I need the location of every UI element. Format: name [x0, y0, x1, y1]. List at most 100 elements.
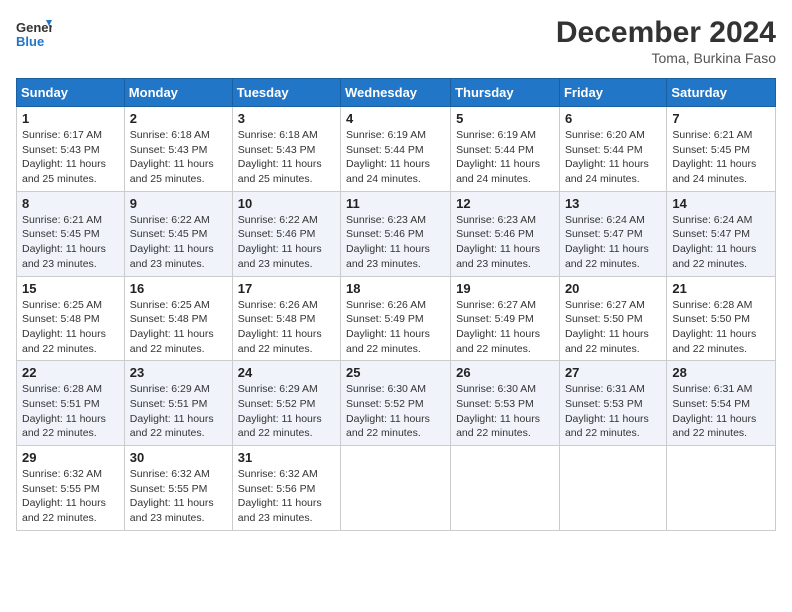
calendar-cell: 31 Sunrise: 6:32 AM Sunset: 5:56 PM Dayli… [232, 446, 340, 531]
calendar-cell: 17Sunrise: 6:26 AM Sunset: 5:48 PM Dayli… [232, 276, 340, 361]
day-number: 26 [456, 365, 554, 380]
day-info: Sunrise: 6:19 AM Sunset: 5:44 PM Dayligh… [346, 128, 445, 187]
day-number: 23 [130, 365, 227, 380]
day-info: Sunrise: 6:21 AM Sunset: 5:45 PM Dayligh… [672, 128, 770, 187]
calendar-body: 1Sunrise: 6:17 AM Sunset: 5:43 PM Daylig… [17, 107, 776, 531]
day-number: 20 [565, 281, 661, 296]
weekday-header-friday: Friday [559, 79, 666, 107]
calendar-table: SundayMondayTuesdayWednesdayThursdayFrid… [16, 78, 776, 531]
location: Toma, Burkina Faso [556, 50, 776, 66]
calendar-cell: 20 Sunrise: 6:27 AM Sunset: 5:50 PM Dayli… [559, 276, 666, 361]
calendar-cell: 19Sunrise: 6:27 AM Sunset: 5:49 PM Dayli… [451, 276, 560, 361]
day-number: 12 [456, 196, 554, 211]
calendar-cell: 9Sunrise: 6:22 AM Sunset: 5:45 PM Daylig… [124, 191, 232, 276]
calendar-cell: 28 Sunrise: 6:31 AM Sunset: 5:54 PM Dayli… [667, 361, 776, 446]
calendar-cell: 26 Sunrise: 6:30 AM Sunset: 5:53 PM Dayli… [451, 361, 560, 446]
day-number: 18 [346, 281, 445, 296]
day-number: 28 [672, 365, 770, 380]
logo-icon: General Blue [16, 16, 52, 52]
day-info: Sunrise: 6:28 AM Sunset: 5:50 PM Dayligh… [672, 298, 770, 357]
day-info: Sunrise: 6:25 AM Sunset: 5:48 PM Dayligh… [130, 298, 227, 357]
day-info: Sunrise: 6:20 AM Sunset: 5:44 PM Dayligh… [565, 128, 661, 187]
svg-text:General: General [16, 20, 52, 35]
calendar-cell: 15 Sunrise: 6:25 AM Sunset: 5:48 PM Dayli… [17, 276, 125, 361]
day-number: 13 [565, 196, 661, 211]
day-number: 8 [22, 196, 119, 211]
day-info: Sunrise: 6:29 AM Sunset: 5:52 PM Dayligh… [238, 382, 335, 441]
calendar-week-4: 22 Sunrise: 6:28 AM Sunset: 5:51 PM Dayli… [17, 361, 776, 446]
day-number: 9 [130, 196, 227, 211]
day-number: 31 [238, 450, 335, 465]
calendar-cell: 24 Sunrise: 6:29 AM Sunset: 5:52 PM Dayli… [232, 361, 340, 446]
calendar-cell [451, 446, 560, 531]
day-number: 14 [672, 196, 770, 211]
day-number: 6 [565, 111, 661, 126]
day-number: 30 [130, 450, 227, 465]
calendar-cell: 29 Sunrise: 6:32 AM Sunset: 5:55 PM Dayli… [17, 446, 125, 531]
calendar-cell [559, 446, 666, 531]
svg-text:Blue: Blue [16, 34, 44, 49]
day-number: 19 [456, 281, 554, 296]
day-info: Sunrise: 6:23 AM Sunset: 5:46 PM Dayligh… [456, 213, 554, 272]
calendar-cell [667, 446, 776, 531]
calendar-cell: 4 Sunrise: 6:19 AM Sunset: 5:44 PM Daylig… [341, 107, 451, 192]
day-info: Sunrise: 6:18 AM Sunset: 5:43 PM Dayligh… [238, 128, 335, 187]
day-info: Sunrise: 6:32 AM Sunset: 5:55 PM Dayligh… [22, 467, 119, 526]
calendar-cell: 27 Sunrise: 6:31 AM Sunset: 5:53 PM Dayli… [559, 361, 666, 446]
day-number: 5 [456, 111, 554, 126]
calendar-cell: 23Sunrise: 6:29 AM Sunset: 5:51 PM Dayli… [124, 361, 232, 446]
calendar-cell: 2Sunrise: 6:18 AM Sunset: 5:43 PM Daylig… [124, 107, 232, 192]
day-info: Sunrise: 6:26 AM Sunset: 5:49 PM Dayligh… [346, 298, 445, 357]
day-number: 27 [565, 365, 661, 380]
day-info: Sunrise: 6:31 AM Sunset: 5:54 PM Dayligh… [672, 382, 770, 441]
page-header: General Blue December 2024 Toma, Burkina… [16, 16, 776, 66]
calendar-cell: 3 Sunrise: 6:18 AM Sunset: 5:43 PM Daylig… [232, 107, 340, 192]
weekday-header-saturday: Saturday [667, 79, 776, 107]
calendar-cell: 8Sunrise: 6:21 AM Sunset: 5:45 PM Daylig… [17, 191, 125, 276]
calendar-cell: 18 Sunrise: 6:26 AM Sunset: 5:49 PM Dayli… [341, 276, 451, 361]
day-number: 2 [130, 111, 227, 126]
day-number: 21 [672, 281, 770, 296]
day-number: 4 [346, 111, 445, 126]
calendar-week-5: 29 Sunrise: 6:32 AM Sunset: 5:55 PM Dayli… [17, 446, 776, 531]
day-number: 3 [238, 111, 335, 126]
day-info: Sunrise: 6:28 AM Sunset: 5:51 PM Dayligh… [22, 382, 119, 441]
calendar-cell: 1Sunrise: 6:17 AM Sunset: 5:43 PM Daylig… [17, 107, 125, 192]
weekday-header-wednesday: Wednesday [341, 79, 451, 107]
day-number: 29 [22, 450, 119, 465]
day-number: 22 [22, 365, 119, 380]
weekday-header-sunday: Sunday [17, 79, 125, 107]
day-info: Sunrise: 6:31 AM Sunset: 5:53 PM Dayligh… [565, 382, 661, 441]
day-info: Sunrise: 6:24 AM Sunset: 5:47 PM Dayligh… [565, 213, 661, 272]
day-number: 11 [346, 196, 445, 211]
title-block: December 2024 Toma, Burkina Faso [556, 16, 776, 66]
calendar-cell: 30 Sunrise: 6:32 AM Sunset: 5:55 PM Dayli… [124, 446, 232, 531]
day-info: Sunrise: 6:32 AM Sunset: 5:56 PM Dayligh… [238, 467, 335, 526]
calendar-week-1: 1Sunrise: 6:17 AM Sunset: 5:43 PM Daylig… [17, 107, 776, 192]
day-info: Sunrise: 6:32 AM Sunset: 5:55 PM Dayligh… [130, 467, 227, 526]
weekday-header-monday: Monday [124, 79, 232, 107]
calendar-cell [341, 446, 451, 531]
day-info: Sunrise: 6:24 AM Sunset: 5:47 PM Dayligh… [672, 213, 770, 272]
day-number: 24 [238, 365, 335, 380]
calendar-cell: 12 Sunrise: 6:23 AM Sunset: 5:46 PM Dayli… [451, 191, 560, 276]
calendar-cell: 11 Sunrise: 6:23 AM Sunset: 5:46 PM Dayli… [341, 191, 451, 276]
day-info: Sunrise: 6:25 AM Sunset: 5:48 PM Dayligh… [22, 298, 119, 357]
day-info: Sunrise: 6:19 AM Sunset: 5:44 PM Dayligh… [456, 128, 554, 187]
calendar-cell: 6 Sunrise: 6:20 AM Sunset: 5:44 PM Daylig… [559, 107, 666, 192]
calendar-cell: 5 Sunrise: 6:19 AM Sunset: 5:44 PM Daylig… [451, 107, 560, 192]
day-info: Sunrise: 6:17 AM Sunset: 5:43 PM Dayligh… [22, 128, 119, 187]
day-info: Sunrise: 6:23 AM Sunset: 5:46 PM Dayligh… [346, 213, 445, 272]
day-number: 15 [22, 281, 119, 296]
calendar-cell: 13 Sunrise: 6:24 AM Sunset: 5:47 PM Dayli… [559, 191, 666, 276]
day-number: 10 [238, 196, 335, 211]
day-info: Sunrise: 6:22 AM Sunset: 5:46 PM Dayligh… [238, 213, 335, 272]
day-info: Sunrise: 6:30 AM Sunset: 5:52 PM Dayligh… [346, 382, 445, 441]
calendar-cell: 21 Sunrise: 6:28 AM Sunset: 5:50 PM Dayli… [667, 276, 776, 361]
logo: General Blue [16, 16, 52, 52]
calendar-cell: 25Sunrise: 6:30 AM Sunset: 5:52 PM Dayli… [341, 361, 451, 446]
calendar-cell: 22 Sunrise: 6:28 AM Sunset: 5:51 PM Dayli… [17, 361, 125, 446]
day-info: Sunrise: 6:30 AM Sunset: 5:53 PM Dayligh… [456, 382, 554, 441]
day-info: Sunrise: 6:27 AM Sunset: 5:50 PM Dayligh… [565, 298, 661, 357]
day-number: 17 [238, 281, 335, 296]
